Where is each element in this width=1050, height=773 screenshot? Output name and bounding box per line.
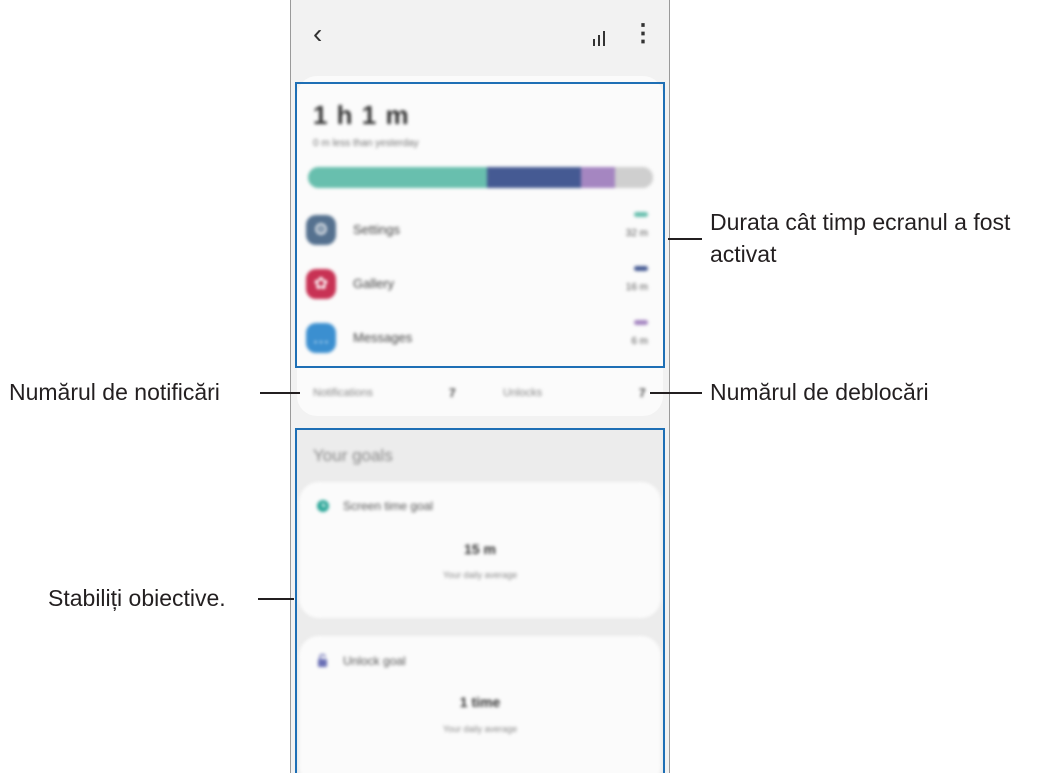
phone-screen: ‹ ⋮ 1 h 1 m 0 m less than yesterday ⚙ Se… [290,0,670,773]
unlocks-count: 7 [639,386,646,400]
notifications-label: Notifications [313,387,373,399]
screen-time-callout: Durata cât timp ecranul a fost activat [710,209,1011,267]
notifications-callout-line [260,392,300,394]
back-button[interactable]: ‹ [313,20,322,48]
notifications-count: 7 [449,386,456,400]
screen-time-callout-line [668,238,702,240]
bar-chart-icon[interactable] [591,30,613,46]
unlocks-callout-line [650,392,702,394]
app-bar: ‹ ⋮ [291,0,669,70]
goals-highlight [295,428,665,773]
unlocks-label: Unlocks [503,387,543,399]
screen-time-highlight [295,82,665,368]
goals-callout: Stabiliți obiective. [48,585,226,611]
unlocks-callout: Numărul de deblocări [710,379,929,405]
goals-callout-line [258,598,294,600]
more-options-button[interactable]: ⋮ [631,22,655,46]
notifications-callout: Numărul de notificări [9,379,220,405]
